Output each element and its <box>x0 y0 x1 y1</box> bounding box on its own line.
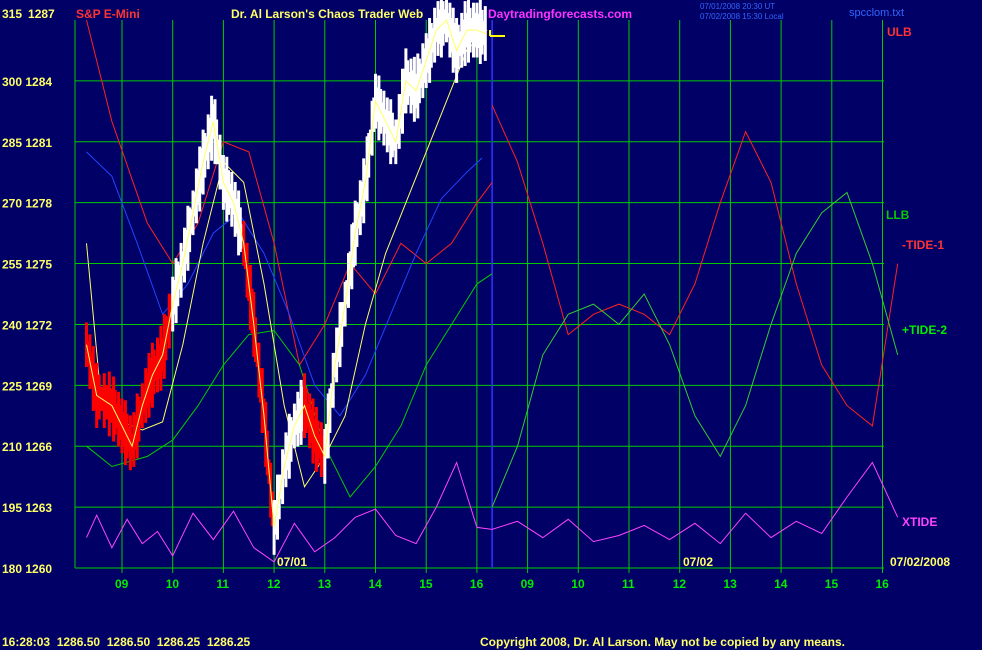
data-file-name: spcclom.txt <box>849 7 904 19</box>
x-tick-label: 09 <box>115 577 129 591</box>
y-tick-label: 255 1275 <box>2 258 52 272</box>
x-tick-label: 11 <box>216 577 229 591</box>
x-tick-label: 16 <box>470 577 484 591</box>
tide2-label: +TIDE-2 <box>902 323 947 337</box>
chart-canvas: 300 1284 285 1281 270 1278 255 1275 240 1272… <box>0 0 982 650</box>
timestamp-local: 07/02/2008 15:30 Local <box>700 12 784 21</box>
date-marker-1: 07/01 <box>277 555 307 569</box>
tide1-label: -TIDE-1 <box>902 238 944 252</box>
timestamp-ut: 07/01/2008 20:30 UT <box>700 2 775 11</box>
y-tick-label: 180 1260 <box>2 562 52 576</box>
x-tick-label: 14 <box>774 577 788 591</box>
x-tick-label: 10 <box>571 577 585 591</box>
x-tick-label: 12 <box>267 577 281 591</box>
ulb-label: ULB <box>887 25 912 39</box>
x-tick-label: 09 <box>521 577 535 591</box>
y-tick-label: 225 1269 <box>2 379 52 393</box>
x-tick-label: 13 <box>318 577 332 591</box>
x-tick-label: 11 <box>622 577 635 591</box>
xtide-label: XTIDE <box>902 515 937 529</box>
x-tick-label: 16 <box>876 577 890 591</box>
copyright: Copyright 2008, Dr. Al Larson. May not b… <box>480 635 845 649</box>
y-tick-label: 285 1281 <box>2 136 52 150</box>
x-tick-label: 14 <box>369 577 383 591</box>
quote-readout: 16:28:03 1286.50 1286.50 1286.25 1286.25 <box>2 635 251 649</box>
symbol-title: 315 1287 <box>2 7 55 21</box>
y-tick-label: 270 1278 <box>2 197 52 211</box>
x-tick-label: 10 <box>166 577 180 591</box>
chart-title: Dr. Al Larson's Chaos Trader Web <box>231 7 423 21</box>
y-tick-label: 195 1263 <box>2 501 52 515</box>
y-tick-label: 240 1272 <box>2 318 52 332</box>
site-link[interactable]: Daytradingforecasts.com <box>488 7 632 21</box>
x-tick-label: 15 <box>419 577 433 591</box>
x-tick-label: 12 <box>673 577 687 591</box>
date-marker-2: 07/02 <box>683 555 713 569</box>
llb-label: LLB <box>886 208 910 222</box>
x-tick-label: 15 <box>825 577 839 591</box>
end-date: 07/02/2008 <box>890 555 950 569</box>
x-tick-label: 13 <box>723 577 737 591</box>
symbol-name: S&P E-Mini <box>76 7 140 21</box>
y-tick-label: 300 1284 <box>2 75 52 89</box>
y-tick-label: 210 1266 <box>2 440 52 454</box>
chart-background <box>0 0 982 650</box>
